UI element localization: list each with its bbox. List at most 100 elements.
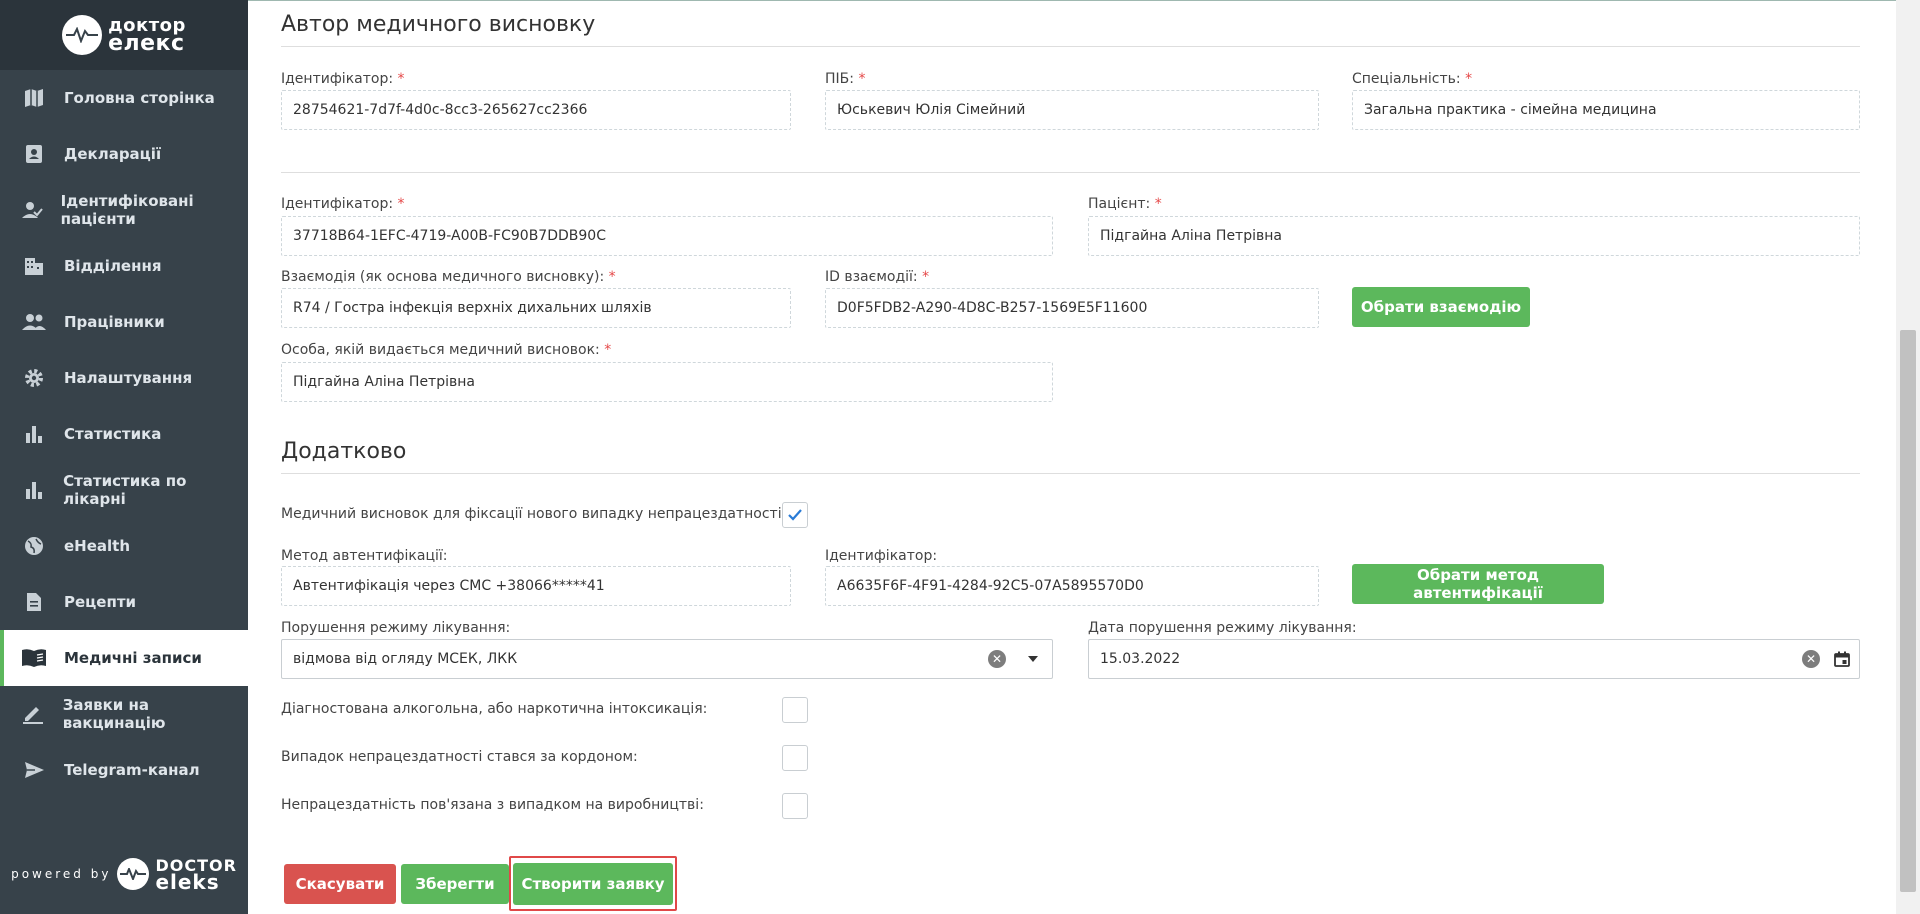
save-button[interactable]: Зберегти	[401, 864, 509, 904]
patient-id-field[interactable]: 37718B64-1EFC-4719-A00B-FC90B7DDB90C	[281, 216, 1053, 256]
powered-by-brand: DOCTOR eleks	[155, 858, 236, 894]
violation-select-value: відмова від огляду МСЕК, ЛКК	[293, 651, 518, 667]
auth-id-field[interactable]: A6635F6F-4F91-4284-92C5-07A5895570D0	[825, 566, 1319, 606]
patient-id-label: Ідентифікатор: *	[281, 196, 405, 212]
clear-date-icon[interactable]: ✕	[1802, 650, 1820, 668]
app-logo[interactable]: доктор елекс	[0, 0, 248, 70]
powered-by-text: powered by	[11, 867, 112, 881]
author-heading: Автор медичного висновку	[281, 12, 596, 37]
check-icon	[788, 509, 802, 521]
app-root: доктор елекс Головна сторінка Декларації І…	[0, 0, 1920, 914]
building-icon	[20, 252, 48, 280]
sidebar-item-3[interactable]: Відділення	[0, 238, 248, 294]
cancel-button[interactable]: Скасувати	[284, 864, 396, 904]
logo-pulse-icon	[62, 15, 103, 55]
sidebar-item-label: Декларації	[64, 145, 162, 163]
user-check-icon	[20, 196, 45, 224]
additional-heading: Додатково	[281, 439, 407, 464]
auth-method-field[interactable]: Автентифікація через СМС +38066*****41	[281, 566, 791, 606]
interaction-id-field[interactable]: D0F5FDB2-A290-4D8C-B257-1569E5F11600	[825, 288, 1319, 328]
author-id-field[interactable]: 28754621-7d7f-4d0c-8cc3-265627cc2366	[281, 90, 791, 130]
violation-date-label: Дата порушення режиму лікування:	[1088, 620, 1357, 636]
pencil-icon	[20, 700, 47, 728]
sidebar-item-0[interactable]: Головна сторінка	[0, 70, 248, 126]
sidebar-item-10[interactable]: Медичні записи	[0, 630, 248, 686]
sidebar-item-label: Статистика	[64, 425, 162, 443]
intoxication-checkbox[interactable]	[782, 697, 808, 723]
recipient-label: Особа, якій видається медичний висновок:…	[281, 342, 612, 358]
clear-violation-icon[interactable]: ✕	[988, 650, 1006, 668]
sidebar-item-4[interactable]: Працівники	[0, 294, 248, 350]
powered-by: powered by DOCTOR eleks	[0, 858, 248, 894]
sidebar-item-label: Медичні записи	[64, 649, 202, 667]
work-related-checkbox[interactable]	[782, 793, 808, 819]
author-heading-divider	[281, 46, 1860, 47]
sidebar-item-label: Налаштування	[64, 369, 193, 387]
patient-field[interactable]: Підгайна Аліна Петрівна	[1088, 216, 1860, 256]
interaction-id-label: ID взаємодії: *	[825, 269, 930, 285]
send-icon	[20, 756, 48, 784]
sidebar-item-label: Працівники	[64, 313, 165, 331]
sidebar-item-label: Ідентифіковані пацієнти	[60, 192, 194, 228]
abroad-checkbox[interactable]	[782, 745, 808, 771]
author-name-field[interactable]: Юськевич Юлія Сімейний	[825, 90, 1319, 130]
author-specialty-field[interactable]: Загальна практика - сімейна медицина	[1352, 90, 1860, 130]
auth-method-label: Метод автентифікації:	[281, 548, 448, 564]
top-divider	[248, 0, 1896, 1]
author-name-label: ПІБ: *	[825, 71, 866, 87]
document-icon	[20, 588, 48, 616]
sidebar-item-label: Статистика по лікарні	[63, 472, 187, 508]
additional-heading-divider	[281, 473, 1860, 474]
sidebar-item-label: Відділення	[64, 257, 162, 275]
violation-select[interactable]: відмова від огляду МСЕК, ЛКК ✕	[281, 639, 1053, 679]
sidebar-nav: Головна сторінка Декларації Ідентифіковані…	[0, 70, 248, 798]
violation-label: Порушення режиму лікування:	[281, 620, 511, 636]
new-case-checkbox[interactable]	[782, 502, 808, 528]
sidebar-item-7[interactable]: Статистика по лікарні	[0, 462, 248, 518]
auth-id-label: Ідентифікатор:	[825, 548, 938, 564]
sidebar-item-label: eHealth	[64, 537, 131, 555]
sidebar-item-1[interactable]: Декларації	[0, 126, 248, 182]
gear-icon	[20, 364, 48, 392]
patient-label: Пацієнт: *	[1088, 196, 1162, 212]
powered-by-pulse-icon	[117, 858, 150, 890]
sidebar-item-2[interactable]: Ідентифіковані пацієнти	[0, 182, 248, 238]
create-request-button[interactable]: Створити заявку	[513, 863, 673, 905]
chevron-down-icon[interactable]	[1028, 656, 1038, 662]
sidebar-item-11[interactable]: Заявки на вакцинацію	[0, 686, 248, 742]
sidebar-item-label: Головна сторінка	[64, 89, 215, 107]
map-icon	[20, 84, 48, 112]
sidebar-item-9[interactable]: Рецепти	[0, 574, 248, 630]
choose-interaction-button[interactable]: Обрати взаємодію	[1352, 287, 1530, 327]
bar-chart-icon	[20, 420, 48, 448]
sidebar-item-12[interactable]: Telegram-канал	[0, 742, 248, 798]
contact-card-icon	[20, 140, 48, 168]
users-icon	[20, 308, 48, 336]
main-content: Автор медичного висновку Ідентифікатор: …	[248, 0, 1896, 914]
scrollbar-thumb[interactable]	[1900, 330, 1916, 892]
interaction-label: Взаємодія (як основа медичного висновку)…	[281, 269, 616, 285]
bar-chart-icon	[20, 476, 47, 504]
sidebar-item-8[interactable]: eHealth	[0, 518, 248, 574]
sidebar-item-6[interactable]: Статистика	[0, 406, 248, 462]
sidebar-item-5[interactable]: Налаштування	[0, 350, 248, 406]
logo-text: доктор елекс	[108, 17, 186, 55]
calendar-icon[interactable]	[1834, 651, 1850, 667]
author-specialty-label: Спеціальність: *	[1352, 71, 1473, 87]
book-icon	[20, 644, 48, 672]
abroad-label: Випадок непрацездатності стався за кордо…	[281, 749, 638, 765]
new-case-label: Медичний висновок для фіксації нового ви…	[281, 506, 787, 522]
interaction-field[interactable]: R74 / Гостра інфекція верхніх дихальних …	[281, 288, 791, 328]
choose-auth-method-button[interactable]: Обрати метод автентифікації	[1352, 564, 1604, 604]
violation-date-value: 15.03.2022	[1100, 651, 1181, 667]
globe-icon	[20, 532, 48, 560]
sidebar-item-label: Telegram-канал	[64, 761, 200, 779]
sidebar: доктор елекс Головна сторінка Декларації І…	[0, 0, 248, 914]
violation-date-field[interactable]: 15.03.2022 ✕	[1088, 639, 1860, 679]
work-related-label: Непрацездатність пов'язана з випадком на…	[281, 797, 704, 813]
intoxication-label: Діагностована алкогольна, або наркотична…	[281, 701, 708, 717]
page-scrollbar[interactable]	[1896, 0, 1920, 914]
brand-line-2: eleks	[155, 870, 220, 894]
recipient-field[interactable]: Підгайна Аліна Петрівна	[281, 362, 1053, 402]
sidebar-item-label: Рецепти	[64, 593, 137, 611]
